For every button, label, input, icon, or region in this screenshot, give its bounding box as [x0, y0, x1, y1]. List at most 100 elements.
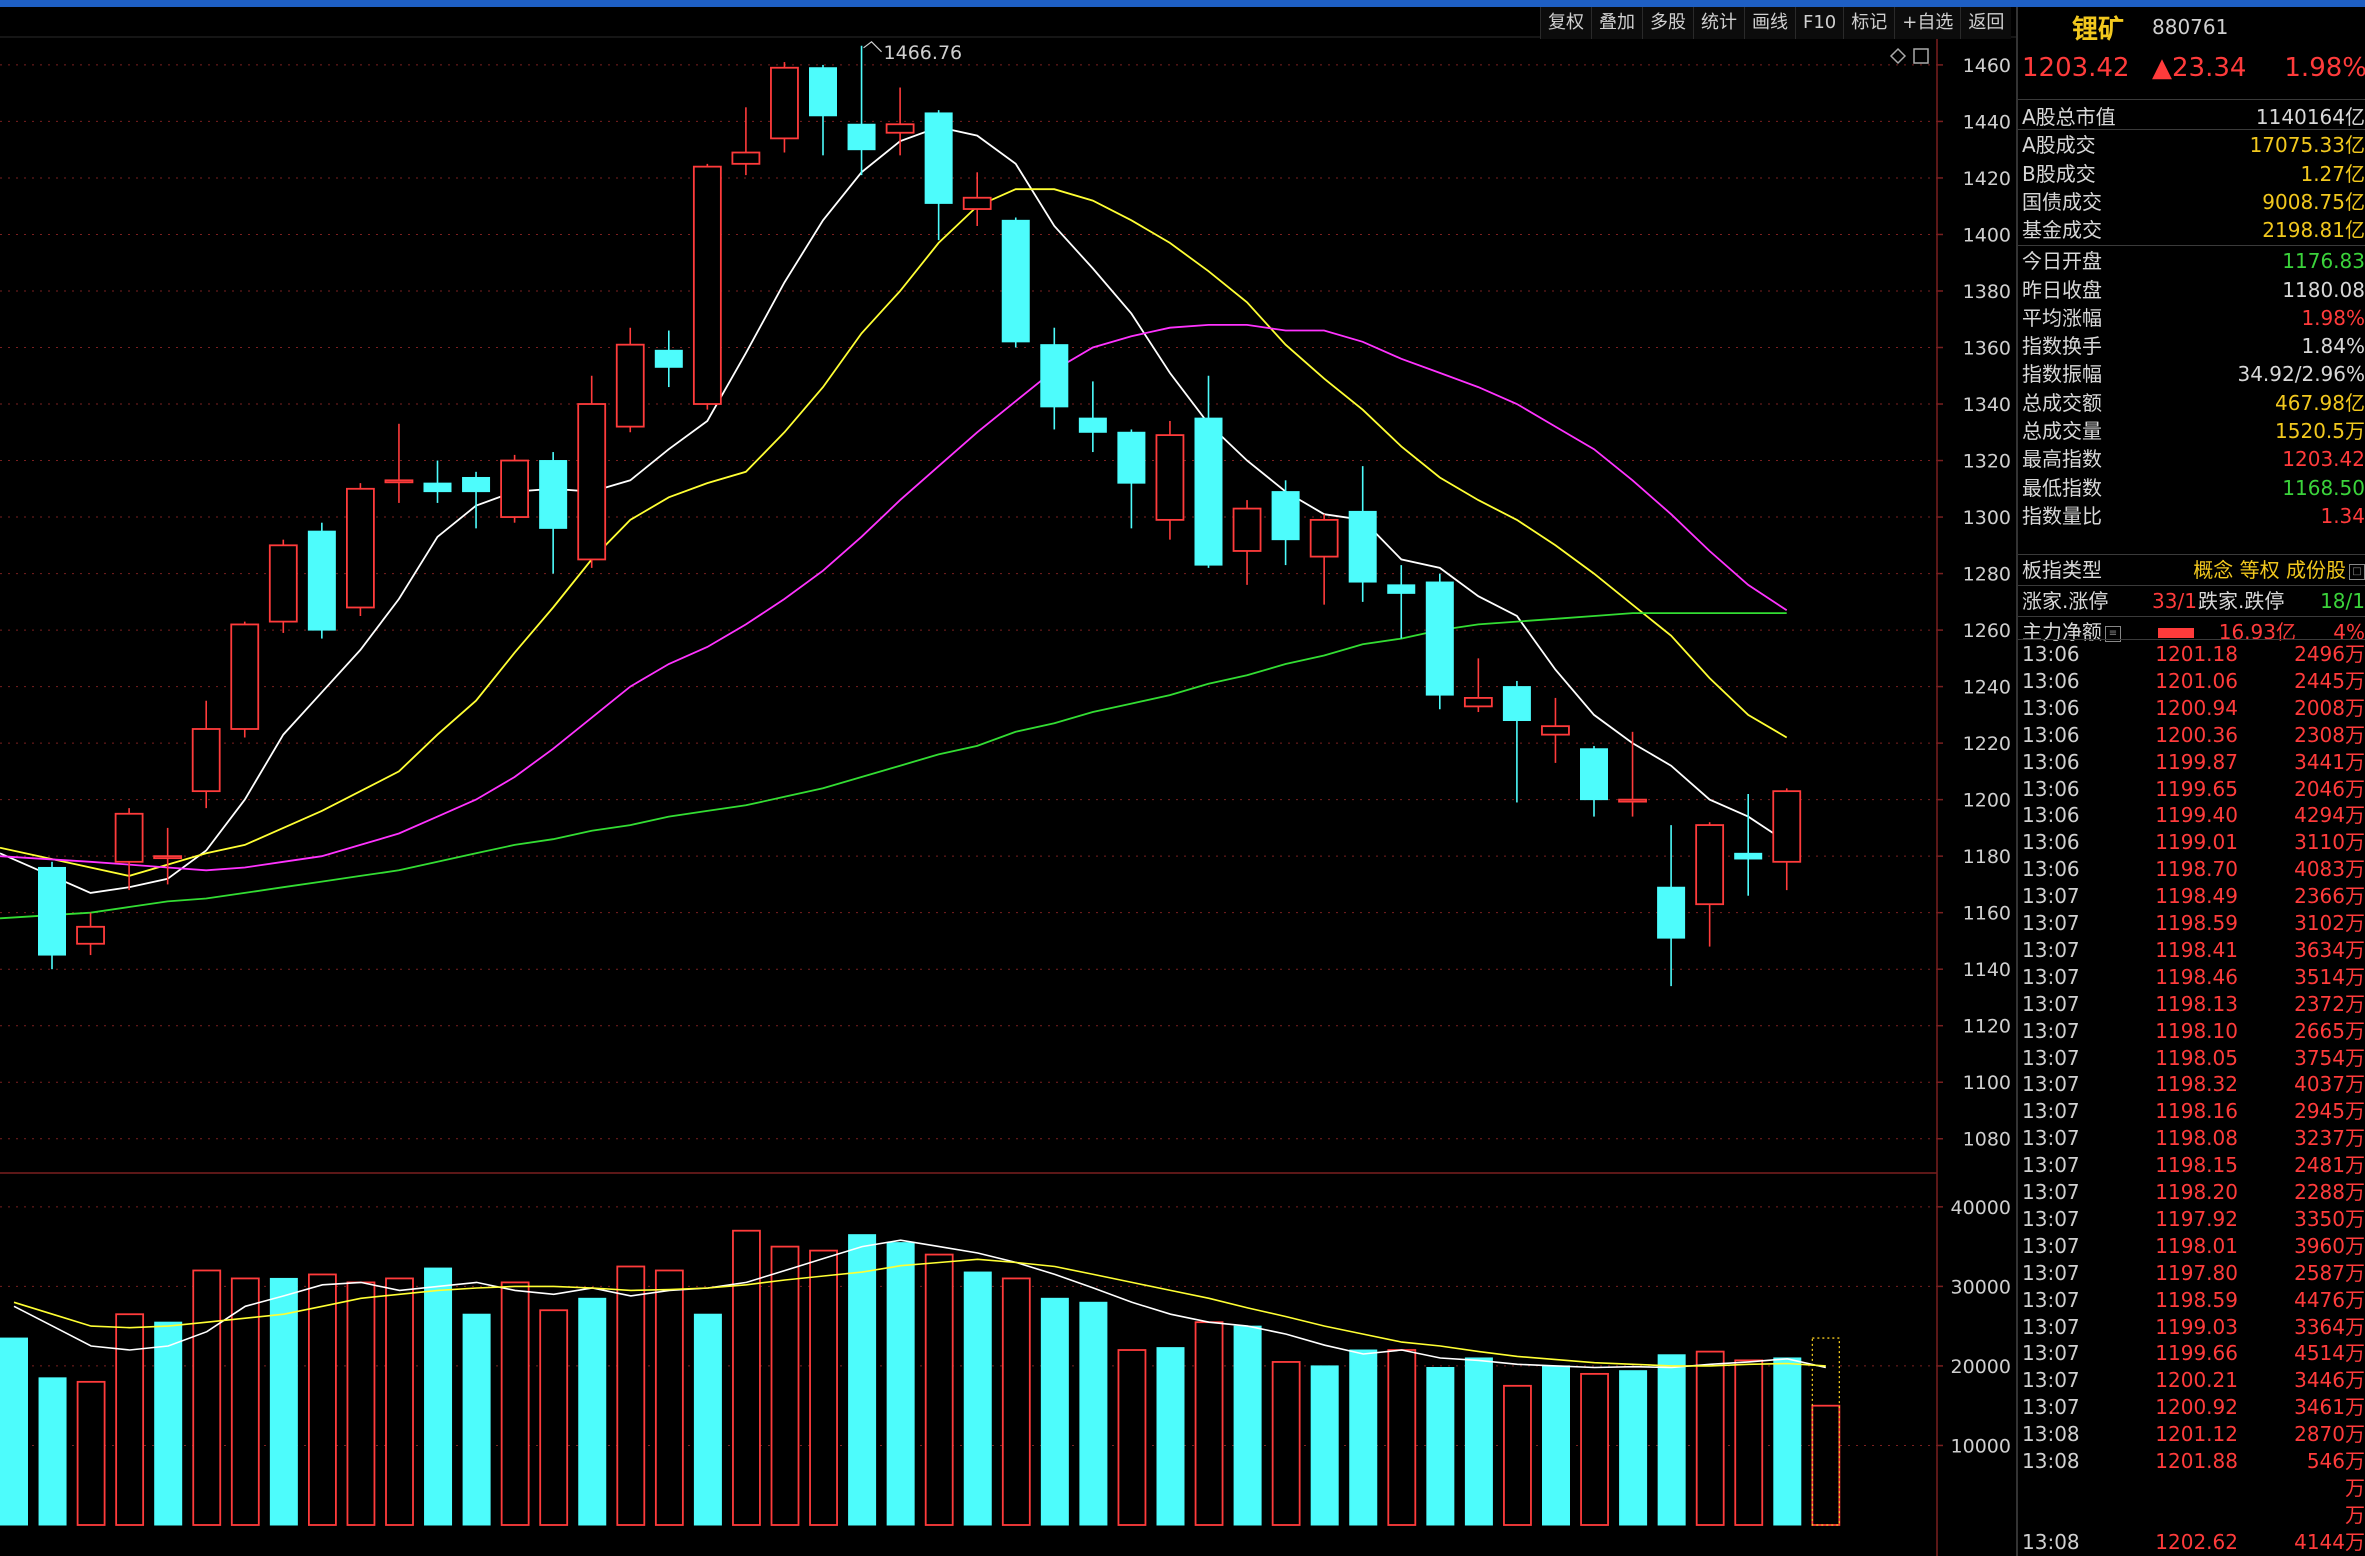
candle-body — [1271, 491, 1300, 541]
tick-time: 13:07 — [2022, 911, 2080, 935]
tick-row: 13:08 1202.62 4144万 — [2018, 1529, 2365, 1556]
candle-body — [577, 403, 607, 561]
candle[interactable] — [1001, 217, 1030, 348]
candle-body — [1772, 790, 1802, 863]
price-change-pct: 1.98% — [2284, 53, 2365, 83]
stat-label: 国债成交 — [2022, 189, 2102, 214]
candle-body — [1734, 852, 1763, 860]
toolbar-button[interactable]: F10 — [1795, 7, 1843, 39]
stat-value: 17075.33亿 — [2249, 133, 2365, 158]
quote-panel: 锂矿 880761 1203.42 ▲23.34 1.98% A股总市值 1140… — [2016, 7, 2365, 1556]
tick-row: 13:07 1198.05 3754万 — [2018, 1045, 2365, 1072]
price-change: ▲23.34 — [2152, 53, 2247, 83]
tick-time: 13:07 — [2022, 884, 2080, 909]
tick-volume: 2372万 — [2294, 991, 2365, 1016]
stat-row: 最高指数 1203.42 — [2018, 445, 2365, 473]
tick-row: 13:08 1201.88 546万 — [2018, 1448, 2365, 1475]
tick-volume: 2587万 — [2294, 1260, 2365, 1285]
tick-row: 13:07 1198.08 3237万 — [2018, 1125, 2365, 1152]
toolbar-button[interactable]: +自选 — [1894, 7, 1960, 39]
stat-value: 1168.50 — [2282, 475, 2365, 500]
tick-price: 1202.62 — [2155, 1529, 2238, 1554]
divider — [2018, 616, 2365, 617]
tick-price: 1198.20 — [2155, 1180, 2238, 1204]
candlestick-chart[interactable]: 1080 1100 1120 1140 1160 1180 1200 1220 1240 1260… — [0, 7, 2016, 1556]
candle-body — [809, 67, 837, 117]
stat-value: 1520.5万 — [2275, 419, 2365, 443]
divider — [2018, 129, 2365, 131]
toolbar-button[interactable]: 叠加 — [1591, 7, 1642, 39]
candle[interactable] — [268, 539, 298, 633]
volume-bar — [1349, 1349, 1378, 1526]
volume-bar — [0, 1337, 28, 1526]
tick-time: 13:07 — [2022, 1260, 2080, 1285]
candle[interactable] — [345, 483, 375, 616]
volume-bar — [192, 1269, 222, 1526]
tick-row: 13:06 1200.36 2308万 — [2018, 722, 2365, 749]
toolbar-button[interactable]: 返回 — [1960, 7, 2011, 39]
tick-price: 1200.92 — [2155, 1395, 2238, 1420]
divider — [2018, 639, 2365, 640]
volume-bar — [38, 1377, 67, 1526]
tick-time: 13:07 — [2022, 1206, 2080, 1231]
tick-price: 1198.08 — [2155, 1126, 2238, 1151]
candle[interactable] — [1425, 573, 1454, 710]
volume-bar — [385, 1277, 414, 1526]
tick-row: 13:07 1198.16 2945万 — [2018, 1098, 2365, 1125]
volume-bar — [1734, 1359, 1764, 1526]
price-tick-label: 1080 — [1963, 1129, 2011, 1151]
candle[interactable] — [692, 163, 722, 410]
candle[interactable] — [500, 454, 530, 523]
price-tick-label: 1180 — [1963, 846, 2011, 868]
price-tick-label: 1220 — [1963, 733, 2011, 755]
tick-time: 13:07 — [2022, 1233, 2080, 1258]
toolbar-button[interactable]: 标记 — [1843, 7, 1894, 39]
tick-row: 13:07 1198.59 3102万 — [2018, 910, 2365, 937]
toolbar-button[interactable]: 复权 — [1540, 7, 1591, 39]
tick-row: 13:07 1199.66 4514万 — [2018, 1340, 2365, 1367]
tick-volume: 2008万 — [2294, 695, 2365, 720]
divider — [2018, 585, 2365, 586]
stat-label: B股成交 — [2022, 161, 2096, 186]
stat-row: 总成交量 1520.5万 — [2018, 417, 2365, 445]
tick-row: 万 — [2018, 1502, 2365, 1529]
tick-price: 1198.10 — [2155, 1018, 2238, 1043]
stat-label: 今日开盘 — [2022, 249, 2102, 274]
tick-row: 13:06 1201.18 2496万 — [2018, 641, 2365, 668]
candle[interactable] — [577, 375, 607, 568]
expand-icon[interactable]: □ — [2349, 563, 2365, 580]
stat-value: 1.34 — [2320, 503, 2365, 528]
stat-label: A股总市值 — [2022, 105, 2116, 129]
tick-volume: 3754万 — [2294, 1045, 2365, 1070]
volume-bar — [76, 1380, 106, 1526]
candle-body — [615, 343, 645, 428]
tick-time: 13:07 — [2022, 1287, 2080, 1312]
stat-value: 1176.83 — [2282, 249, 2365, 274]
board-type-label: 板指类型 — [2022, 558, 2102, 582]
toolbar-button[interactable]: 画线 — [1744, 7, 1795, 39]
toolbar-button[interactable]: 多股 — [1642, 7, 1693, 39]
volume-bar — [1271, 1361, 1301, 1526]
tick-time: 13:08 — [2022, 1529, 2080, 1554]
candle[interactable] — [230, 621, 260, 738]
candle-body — [885, 123, 915, 134]
stat-value: 1.98% — [2301, 305, 2365, 330]
candle[interactable] — [307, 522, 336, 639]
tick-time: 13:07 — [2022, 1018, 2080, 1043]
candle-body — [539, 460, 568, 529]
tick-row: 13:07 1198.49 2366万 — [2018, 883, 2365, 910]
tick-volume: 4514万 — [2294, 1341, 2365, 1366]
candle-body — [1541, 725, 1570, 736]
tick-price: 1200.94 — [2155, 695, 2238, 720]
candle[interactable] — [38, 861, 66, 970]
tick-row: 13:07 1198.20 2288万 — [2018, 1179, 2365, 1206]
candle-body — [692, 165, 722, 405]
volume-tick-label: 20000 — [1951, 1356, 2011, 1378]
toolbar-button[interactable]: 统计 — [1693, 7, 1744, 39]
price-tick-label: 1360 — [1963, 337, 2011, 359]
volume-bar — [1310, 1365, 1339, 1526]
stat-row: 指数量比 1.34 — [2018, 502, 2365, 530]
board-type-values[interactable]: 概念 等权 成份股 □ — [2193, 556, 2365, 584]
volume-bar — [1773, 1357, 1802, 1526]
candle[interactable] — [770, 62, 799, 153]
